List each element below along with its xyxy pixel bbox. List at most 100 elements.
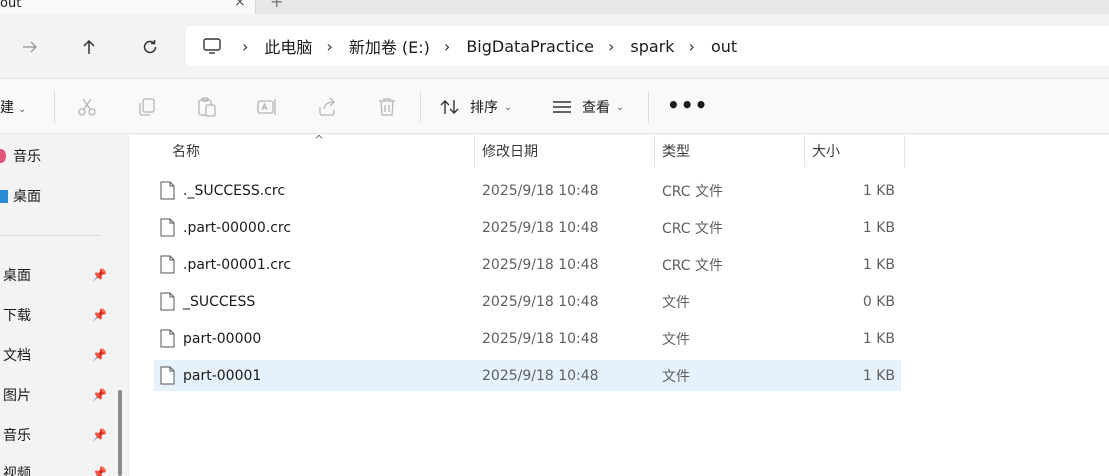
file-name: _SUCCESS xyxy=(183,293,256,310)
share-icon[interactable] xyxy=(316,96,338,118)
paste-icon[interactable] xyxy=(196,96,218,118)
more-options-button[interactable]: ••• xyxy=(667,93,708,117)
file-modified: 2025/9/18 10:48 xyxy=(482,330,599,347)
file-name: .part-00000.crc xyxy=(183,219,292,236)
view-button[interactable]: 查看 ⌄ xyxy=(552,97,624,117)
column-header-size[interactable]: 大小 xyxy=(804,135,904,167)
file-modified: 2025/9/18 10:48 xyxy=(482,256,599,273)
column-header-label: 大小 xyxy=(812,144,840,160)
breadcrumb-drive[interactable]: 新加卷 (E:) xyxy=(349,34,430,58)
sidebar-item-music[interactable]: 音乐 xyxy=(0,141,110,171)
navigation-bar: › 此电脑 › 新加卷 (E:) › BigDataPractice › spa… xyxy=(0,14,1109,78)
rename-icon[interactable] xyxy=(256,96,278,118)
breadcrumb-this-pc[interactable]: 此电脑 xyxy=(264,34,312,58)
divider xyxy=(54,91,55,123)
column-header-type[interactable]: 类型 xyxy=(654,135,804,167)
chevron-down-icon: ⌄ xyxy=(504,101,513,113)
cut-icon[interactable] xyxy=(76,96,98,118)
column-header-modified[interactable]: 修改日期 xyxy=(474,135,654,167)
sidebar-item-label: 桌面 xyxy=(13,189,41,205)
file-name: part-00000 xyxy=(183,330,262,347)
sort-button[interactable]: 排序 ⌄ xyxy=(440,97,512,117)
file-type: CRC 文件 xyxy=(662,257,724,274)
sidebar-item-label: 音乐 xyxy=(3,428,31,444)
table-row[interactable]: part-00000 2025/9/18 10:48 文件 1 KB xyxy=(154,323,901,354)
view-label: 查看 xyxy=(582,100,610,116)
delete-icon[interactable] xyxy=(376,96,398,118)
file-type: CRC 文件 xyxy=(662,220,724,237)
breadcrumb-separator: › xyxy=(608,36,615,56)
music-icon xyxy=(0,149,6,163)
sidebar-item-desktop-pinned[interactable]: 桌面 📌 xyxy=(0,260,110,290)
file-type: 文件 xyxy=(662,331,690,348)
sidebar-item-label: 文档 xyxy=(3,348,31,364)
arrow-up-icon xyxy=(83,39,95,54)
up-button[interactable] xyxy=(75,33,103,61)
table-row[interactable]: .part-00001.crc 2025/9/18 10:48 CRC 文件 1… xyxy=(154,249,901,280)
file-icon xyxy=(160,181,175,200)
computer-icon xyxy=(202,37,222,55)
new-button[interactable]: 建 ⌄ xyxy=(0,97,26,117)
sidebar-item-downloads[interactable]: 下载 📌 xyxy=(0,300,110,330)
breadcrumb-separator: › xyxy=(443,36,451,56)
table-row[interactable]: ._SUCCESS.crc 2025/9/18 10:48 CRC 文件 1 K… xyxy=(154,175,901,206)
table-row[interactable]: _SUCCESS 2025/9/18 10:48 文件 0 KB xyxy=(154,286,901,317)
breadcrumb-separator: › xyxy=(326,36,333,56)
tab-out[interactable]: out × xyxy=(0,0,256,14)
sidebar-item-videos[interactable]: 视频 📌 xyxy=(0,458,110,476)
file-size: 0 KB xyxy=(862,293,895,310)
address-bar[interactable]: › 此电脑 › 新加卷 (E:) › BigDataPractice › spa… xyxy=(186,26,1109,66)
pin-icon: 📌 xyxy=(92,268,107,282)
pin-icon: 📌 xyxy=(92,428,107,442)
sidebar-item-label: 图片 xyxy=(3,388,31,404)
sidebar-item-desktop[interactable]: 桌面 xyxy=(0,181,110,211)
file-name: ._SUCCESS.crc xyxy=(183,182,286,199)
sidebar-item-documents[interactable]: 文档 📌 xyxy=(0,340,110,370)
file-modified: 2025/9/18 10:48 xyxy=(482,367,599,384)
file-size: 1 KB xyxy=(862,256,895,273)
command-bar: 建 ⌄ 排序 ⌄ 查看 ⌄ ••• xyxy=(0,78,1109,134)
divider xyxy=(648,91,649,123)
file-icon xyxy=(160,366,175,385)
breadcrumb-separator: › xyxy=(688,36,695,56)
sidebar-scrollbar[interactable] xyxy=(118,390,122,476)
pin-icon: 📌 xyxy=(92,466,107,476)
sort-icon xyxy=(440,100,459,114)
file-icon xyxy=(160,292,175,311)
forward-button[interactable] xyxy=(16,33,44,61)
tab-strip: out × + xyxy=(0,0,1109,14)
sidebar-item-pictures[interactable]: 图片 📌 xyxy=(0,380,110,410)
column-header-name[interactable]: 名称 xyxy=(164,135,474,167)
table-row-selected[interactable]: part-00001 2025/9/18 10:48 文件 1 KB xyxy=(154,360,901,391)
file-icon xyxy=(160,329,175,348)
table-row[interactable]: .part-00000.crc 2025/9/18 10:48 CRC 文件 1… xyxy=(154,212,901,243)
desktop-icon xyxy=(0,189,8,203)
breadcrumb-separator: › xyxy=(242,36,249,56)
pin-icon: 📌 xyxy=(92,308,107,322)
file-type: 文件 xyxy=(662,294,690,311)
view-icon xyxy=(553,101,571,113)
sort-label: 排序 xyxy=(470,100,498,116)
breadcrumb-out[interactable]: out xyxy=(711,37,737,56)
new-tab-icon[interactable]: + xyxy=(270,0,283,11)
file-name: .part-00001.crc xyxy=(183,256,292,273)
tab-title: out xyxy=(0,0,22,11)
new-button-label: 建 xyxy=(0,100,14,116)
tab-close-icon[interactable]: × xyxy=(234,0,246,10)
copy-icon[interactable] xyxy=(136,96,158,118)
refresh-button[interactable] xyxy=(136,33,164,61)
file-list: ^ 名称 修改日期 类型 大小 ._SUCCESS.crc 2025/9/18 … xyxy=(130,133,1109,476)
file-type: 文件 xyxy=(662,368,690,385)
column-divider[interactable] xyxy=(904,135,905,167)
file-size: 1 KB xyxy=(862,330,895,347)
sidebar-divider xyxy=(0,235,100,236)
sidebar-item-music-pinned[interactable]: 音乐 📌 xyxy=(0,420,110,450)
chevron-down-icon: ⌄ xyxy=(18,104,27,115)
file-size: 1 KB xyxy=(862,219,895,236)
refresh-icon xyxy=(143,40,157,54)
column-header-label: 类型 xyxy=(662,144,690,160)
column-header-label: 修改日期 xyxy=(482,144,538,160)
file-icon xyxy=(160,255,175,274)
breadcrumb-spark[interactable]: spark xyxy=(630,37,674,56)
breadcrumb-bigdatapractice[interactable]: BigDataPractice xyxy=(466,37,594,56)
